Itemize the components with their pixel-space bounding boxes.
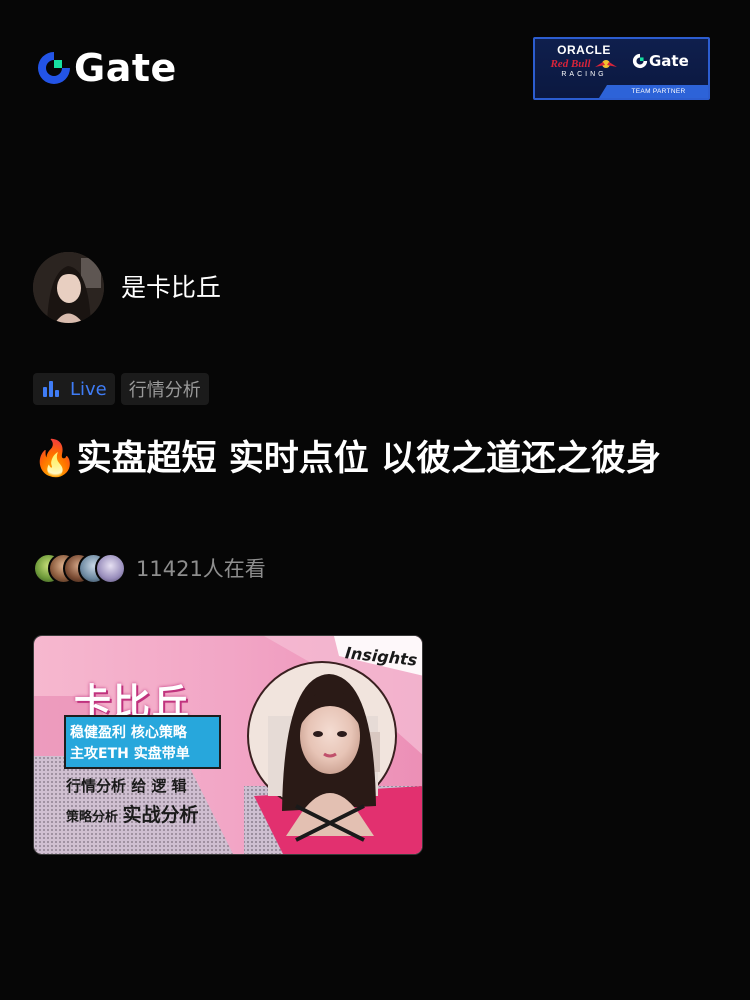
team-partner-caption: TEAM PARTNER [599,85,708,98]
redbull-racing-logo: ORACLE Red Bull RACING [541,44,627,80]
streamer-avatar[interactable] [33,252,104,323]
viewer-count: 11421人在看 [136,557,266,581]
category-tag[interactable]: 行情分析 [120,373,209,405]
gate-mini-icon [632,53,648,69]
oracle-redbull-partner-badge: ORACLE Red Bull RACING Gate TEAM PARTNER [533,37,710,100]
stream-title: 🔥实盘超短 实时点位 以彼之道还之彼身 [33,434,713,484]
fire-icon: 🔥 [33,439,77,479]
viewer-avatar-stack [33,553,128,585]
gate-logo-text: Gate [74,46,177,90]
cover-line-4-big: 实战分析 [122,804,199,826]
cover-line-2: 主攻ETH 实盘带单 [70,746,190,762]
red-bull-icon [594,60,617,68]
racing-text: RACING [561,71,607,78]
cover-line-4-small: 策略分析 [66,810,123,825]
live-bars-icon [43,381,59,397]
partner-gate-text: Gate [649,52,689,70]
cover-line-3: 行情分析 给 逻 辑 [66,777,187,795]
stream-cover-image[interactable]: Insights 卡比丘 稳健盈利 核心策略 主攻ETH 实盘带单 行情分析 给… [33,635,423,855]
gate-logo-icon [38,52,70,84]
stream-title-text: 实盘超短 实时点位 以彼之道还之彼身 [76,439,661,479]
oracle-text: ORACLE [557,43,611,57]
viewer-avatar [95,553,126,584]
live-tag: Live [33,373,115,405]
cover-line-1: 稳健盈利 核心策略 [70,725,187,741]
cover-line-4: 策略分析 实战分析 [66,800,199,827]
partner-gate-logo: Gate [632,53,689,69]
gate-logo[interactable]: Gate [36,48,177,88]
streamer-info[interactable]: 是卡比丘 [33,252,221,323]
streamer-avatar-image [33,252,104,323]
live-room-page: Gate ORACLE Red Bull RACING Gate TEAM PA… [0,0,750,1000]
stream-tags: Live 行情分析 [33,373,209,405]
streamer-name[interactable]: 是卡比丘 [121,273,221,303]
red-bull-text: Red Bull [550,58,591,70]
viewer-info: 11421人在看 [33,553,266,585]
live-tag-label: Live [70,378,107,400]
